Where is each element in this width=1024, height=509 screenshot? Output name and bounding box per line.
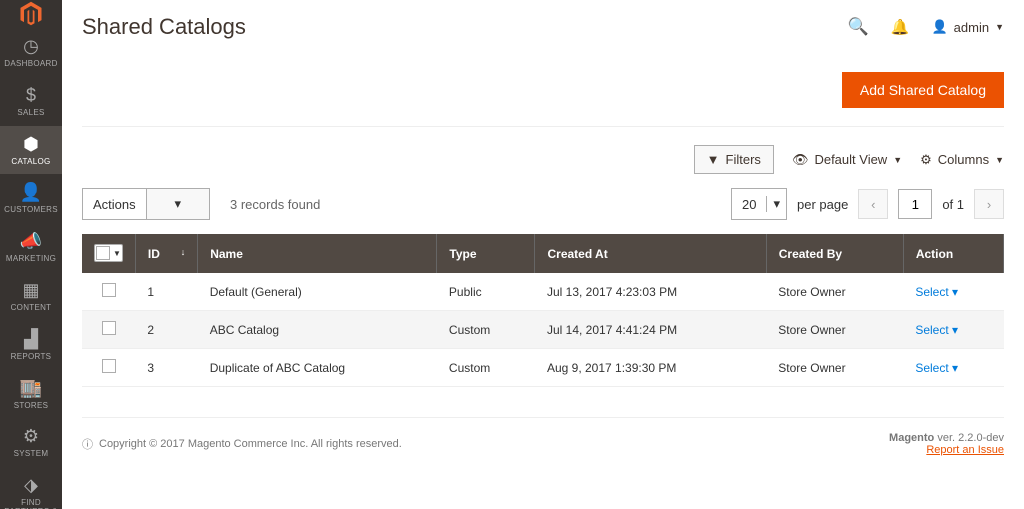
megaphone-icon: 📣 — [20, 231, 42, 252]
col-type[interactable]: Type — [437, 234, 535, 273]
chevron-down-icon: ▼ — [995, 22, 1004, 32]
cell-created-at: Aug 9, 2017 1:39:30 PM — [535, 349, 766, 387]
records-count: 3 records found — [230, 197, 320, 212]
bar-chart-icon: ▟ — [24, 329, 38, 350]
sidebar-item-reports[interactable]: ▟REPORTS — [0, 321, 62, 370]
next-page-button[interactable]: › — [974, 189, 1004, 219]
cell-created-by: Store Owner — [766, 349, 903, 387]
sidebar-item-dashboard[interactable]: ◷DASHBOARD — [0, 28, 62, 77]
dollar-icon: $ — [26, 85, 36, 106]
chevron-down-icon: ▾ — [766, 196, 786, 212]
partners-icon: ⬗ — [24, 475, 38, 496]
cell-created-by: Store Owner — [766, 311, 903, 349]
cell-created-at: Jul 13, 2017 4:23:03 PM — [535, 273, 766, 311]
row-select-action[interactable]: Select ▾ — [915, 285, 958, 299]
cell-name: Default (General) — [198, 273, 437, 311]
row-checkbox[interactable] — [102, 321, 116, 335]
col-id[interactable]: ID ↓ — [135, 234, 197, 273]
person-icon: 👤 — [20, 182, 42, 203]
catalogs-table: ▼ ID ↓ Name Type Created At Created By A… — [82, 234, 1004, 387]
sidebar-item-sales[interactable]: $SALES — [0, 77, 62, 126]
col-select[interactable]: ▼ — [82, 234, 135, 273]
chevron-down-icon: ▼ — [110, 249, 121, 258]
bulk-actions-select[interactable]: Actions ▾ — [82, 188, 210, 220]
sort-desc-icon: ↓ — [181, 247, 186, 257]
col-action: Action — [903, 234, 1003, 273]
cell-id: 3 — [135, 349, 197, 387]
col-created-at[interactable]: Created At — [535, 234, 766, 273]
magento-logo[interactable] — [0, 0, 62, 28]
cell-id: 1 — [135, 273, 197, 311]
gauge-icon: ◷ — [23, 36, 39, 57]
storefront-icon: 🏬 — [20, 378, 42, 399]
cell-created-by: Store Owner — [766, 273, 903, 311]
cell-name: ABC Catalog — [198, 311, 437, 349]
cell-id: 2 — [135, 311, 197, 349]
cell-type: Custom — [437, 311, 535, 349]
col-name[interactable]: Name — [198, 234, 437, 273]
chevron-down-icon: ▼ — [995, 155, 1004, 165]
gear-icon: ⚙ — [920, 152, 932, 168]
gear-icon: ⚙ — [23, 426, 39, 447]
table-row[interactable]: 3Duplicate of ABC CatalogCustomAug 9, 20… — [82, 349, 1004, 387]
sidebar-item-catalog[interactable]: ⬢CATALOG — [0, 126, 62, 175]
cube-icon: ⬢ — [23, 134, 39, 155]
eye-icon: 👁 — [792, 152, 809, 168]
table-row[interactable]: 2ABC CatalogCustomJul 14, 2017 4:41:24 P… — [82, 311, 1004, 349]
copyright-icon: ⓘ — [82, 436, 93, 452]
sidebar-item-marketing[interactable]: 📣MARKETING — [0, 223, 62, 272]
funnel-icon: ▼ — [707, 152, 720, 167]
row-checkbox[interactable] — [102, 283, 116, 297]
cell-type: Public — [437, 273, 535, 311]
copyright-text: Copyright © 2017 Magento Commerce Inc. A… — [99, 438, 402, 450]
default-view-button[interactable]: 👁Default View▼ — [792, 152, 902, 168]
chevron-down-icon: ▼ — [893, 155, 902, 165]
cell-name: Duplicate of ABC Catalog — [198, 349, 437, 387]
user-label: admin — [954, 20, 989, 35]
version-label: ver. 2.2.0-dev — [934, 432, 1004, 444]
layout-icon: ▦ — [22, 280, 39, 301]
page-of-label: of 1 — [942, 197, 964, 212]
sidebar-item-system[interactable]: ⚙SYSTEM — [0, 418, 62, 467]
sidebar-item-customers[interactable]: 👤CUSTOMERS — [0, 174, 62, 223]
columns-button[interactable]: ⚙Columns▼ — [920, 152, 1004, 168]
brand-label: Magento — [889, 432, 934, 444]
row-select-action[interactable]: Select ▾ — [915, 323, 958, 337]
per-page-select[interactable]: 20 ▾ — [731, 188, 787, 220]
select-all-checkbox[interactable] — [96, 246, 110, 260]
sidebar-item-content[interactable]: ▦CONTENT — [0, 272, 62, 321]
row-checkbox[interactable] — [102, 359, 116, 373]
cell-created-at: Jul 14, 2017 4:41:24 PM — [535, 311, 766, 349]
search-icon[interactable]: 🔍 — [848, 17, 869, 37]
user-menu[interactable]: 👤 admin ▼ — [931, 19, 1004, 35]
col-created-by[interactable]: Created By — [766, 234, 903, 273]
user-icon: 👤 — [931, 19, 947, 35]
prev-page-button[interactable]: ‹ — [858, 189, 888, 219]
cell-type: Custom — [437, 349, 535, 387]
add-shared-catalog-button[interactable]: Add Shared Catalog — [842, 72, 1004, 108]
page-title: Shared Catalogs — [82, 14, 246, 40]
filters-button[interactable]: ▼Filters — [694, 145, 774, 174]
page-input[interactable] — [898, 189, 932, 219]
table-row[interactable]: 1Default (General)PublicJul 13, 2017 4:2… — [82, 273, 1004, 311]
chevron-down-icon: ▾ — [146, 189, 209, 219]
admin-sidebar: ◷DASHBOARD $SALES ⬢CATALOG 👤CUSTOMERS 📣M… — [0, 0, 62, 509]
sidebar-item-stores[interactable]: 🏬STORES — [0, 370, 62, 419]
row-select-action[interactable]: Select ▾ — [915, 361, 958, 375]
notifications-icon[interactable]: 🔔 — [891, 18, 910, 36]
per-page-label: per page — [797, 197, 848, 212]
sidebar-item-partners[interactable]: ⬗FIND PARTNERS & EXTENSIONS — [0, 467, 62, 509]
report-issue-link[interactable]: Report an Issue — [926, 444, 1004, 456]
table-header-row: ▼ ID ↓ Name Type Created At Created By A… — [82, 234, 1004, 273]
